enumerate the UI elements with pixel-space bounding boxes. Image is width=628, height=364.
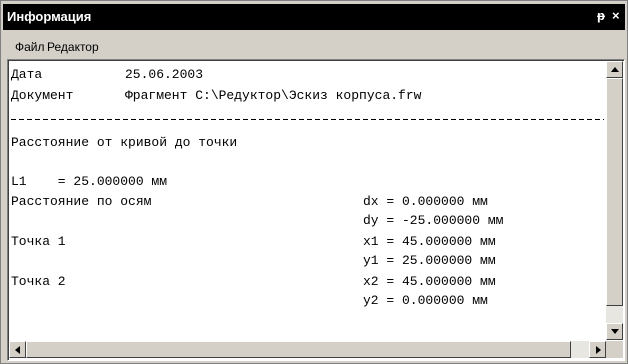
document-value: Фрагмент C:\Редуктор\Эскиз корпуса.frw [125,88,422,103]
window-title: Информация [7,9,92,24]
date-label: Дата [11,67,43,82]
dx-line: dx = 0.000000 мм [363,194,488,209]
vertical-scrollbar[interactable] [606,61,623,340]
x2-line: x2 = 45.000000 мм [363,274,496,289]
scroll-down-button[interactable] [606,323,623,340]
l1-line: L1 = 25.000000 мм [11,174,168,189]
point2-label: Точка 2 [11,274,66,289]
scroll-right-button[interactable] [589,341,606,358]
arrow-up-icon [611,67,619,72]
scroll-up-button[interactable] [606,61,623,78]
menu-file[interactable]: Файл [15,40,45,54]
arrow-down-icon [611,329,619,334]
arrow-left-icon [15,346,20,354]
horizontal-scroll-thumb[interactable] [26,341,571,358]
report-text-area[interactable]: Дата 25.06.2003 Документ Фрагмент C:\Ред… [8,60,604,340]
horizontal-scrollbar[interactable] [9,341,606,358]
dashed-rule [11,119,604,120]
y1-line: y1 = 25.000000 мм [363,253,496,268]
arrow-right-icon [596,346,601,354]
x1-line: x1 = 45.000000 мм [363,234,496,249]
section-title: Расстояние от кривой до точки [11,135,238,150]
title-bar[interactable]: Информация ᵽ × [3,4,625,30]
point1-label: Точка 1 [11,234,66,249]
close-icon[interactable]: × [612,9,620,23]
scrollbar-corner [606,341,623,358]
document-label: Документ [11,88,74,103]
info-window: Информация ᵽ × Файл Редактор Дата 25.06.… [0,0,628,364]
y2-line: y2 = 0.000000 мм [363,293,488,308]
vertical-scroll-thumb[interactable] [606,78,623,306]
date-value: 25.06.2003 [125,67,204,82]
separator-line [8,119,604,121]
report-panel: Дата 25.06.2003 Документ Фрагмент C:\Ред… [7,59,625,361]
menu-editor[interactable]: Редактор [47,40,99,54]
dy-line: dy = -25.000000 мм [363,213,504,228]
scroll-left-button[interactable] [9,341,26,358]
axes-distance-label: Расстояние по осям [11,194,152,209]
pin-icon[interactable]: ᵽ [597,9,605,23]
menu-bar: Файл Редактор [3,31,625,57]
